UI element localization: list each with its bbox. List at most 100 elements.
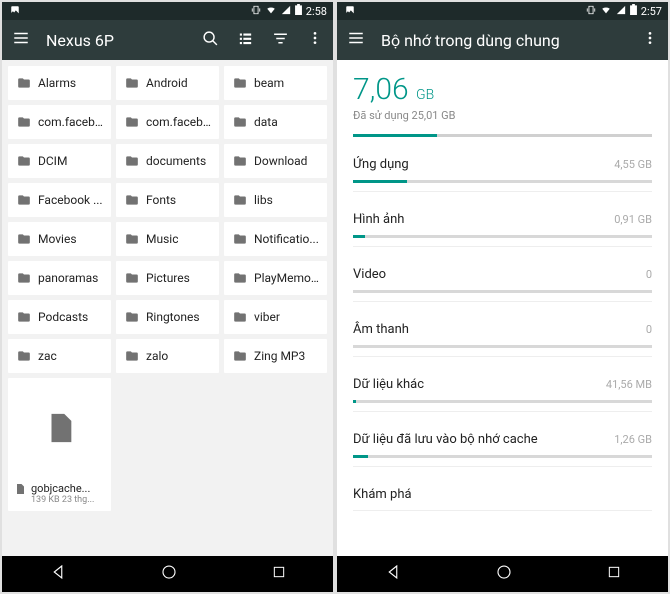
category-name: Video <box>353 267 386 282</box>
search-icon[interactable] <box>202 30 219 51</box>
storage-category[interactable]: Âm thanh0 <box>353 322 652 357</box>
image-icon <box>10 5 20 18</box>
page-title: Nexus 6P <box>46 31 186 50</box>
folder-label: zalo <box>146 349 168 363</box>
nav-back-icon[interactable] <box>49 563 67 585</box>
folder-label: Fonts <box>146 193 176 207</box>
statusbar: 2:58 <box>2 2 333 20</box>
storage-category[interactable]: Dữ liệu đã lưu vào bộ nhớ cache 1,26 GB <box>353 432 652 467</box>
nav-back-icon[interactable] <box>384 563 402 585</box>
storage-category[interactable]: Dữ liệu khác41,56 MB <box>353 377 652 412</box>
used-subtitle: Đã sử dụng 25,01 GB <box>353 109 652 122</box>
folder-item[interactable]: libs <box>224 183 327 217</box>
category-name: Dữ liệu khác <box>353 377 424 392</box>
folder-item[interactable]: Facebook ... <box>8 183 111 217</box>
folder-label: PlayMemo... <box>254 271 319 285</box>
folder-item[interactable]: beam <box>224 66 327 100</box>
file-name: gobjcache... <box>31 482 94 495</box>
category-name: Hình ảnh <box>353 212 404 227</box>
menu-icon[interactable] <box>12 29 30 51</box>
nav-home-icon[interactable] <box>160 563 178 585</box>
nav-recent-icon[interactable] <box>271 564 287 584</box>
folder-item[interactable]: viber <box>224 300 327 334</box>
folder-item[interactable]: DCIM <box>8 144 111 178</box>
category-bar <box>353 290 652 293</box>
overflow-icon[interactable] <box>307 30 323 50</box>
folder-label: com.faceb... <box>146 115 211 129</box>
used-amount: 7,06 GB <box>353 72 652 107</box>
folder-item[interactable]: Alarms <box>8 66 111 100</box>
folder-item[interactable]: Fonts <box>116 183 219 217</box>
folder-label: Podcasts <box>38 310 88 324</box>
folder-item[interactable]: com.faceb... <box>116 105 219 139</box>
folder-label: Download <box>254 154 307 168</box>
folder-item[interactable]: Pictures <box>116 261 219 295</box>
toolbar: Nexus 6P <box>2 20 333 60</box>
folder-label: Ringtones <box>146 310 200 324</box>
folder-label: beam <box>254 76 284 90</box>
folder-label: Zing MP3 <box>254 349 305 363</box>
folder-item[interactable]: panoramas <box>8 261 111 295</box>
category-name: Ứng dụng <box>353 157 409 172</box>
category-name: Dữ liệu đã lưu vào bộ nhớ cache <box>353 432 538 447</box>
navbar <box>2 556 333 592</box>
folder-item[interactable]: Ringtones <box>116 300 219 334</box>
signal-icon <box>281 5 291 18</box>
status-time: 2:57 <box>641 5 662 18</box>
folder-label: com.faceb... <box>38 115 103 129</box>
folder-item[interactable]: zalo <box>116 339 219 373</box>
folder-label: panoramas <box>38 271 98 285</box>
storage-category[interactable]: Video 0 <box>353 267 652 302</box>
menu-icon[interactable] <box>347 29 365 51</box>
signal-icon <box>616 5 626 18</box>
folder-label: documents <box>146 154 206 168</box>
category-bar <box>353 345 652 348</box>
wifi-icon <box>265 5 277 18</box>
folder-label: DCIM <box>38 154 67 168</box>
storage-category[interactable]: Khám phá <box>353 487 652 511</box>
folder-label: data <box>254 115 278 129</box>
folder-label: Alarms <box>38 76 76 90</box>
category-bar <box>353 455 652 458</box>
wifi-icon <box>600 5 612 18</box>
folder-item[interactable]: Download <box>224 144 327 178</box>
folder-item[interactable]: zac <box>8 339 111 373</box>
storage-content: 7,06 GB Đã sử dụng 25,01 GB Ứng dụng 4,55… <box>337 60 668 556</box>
folder-item[interactable]: Zing MP3 <box>224 339 327 373</box>
used-unit: GB <box>416 87 434 103</box>
folder-label: Pictures <box>146 271 190 285</box>
toolbar: Bộ nhớ trong dùng chung <box>337 20 668 60</box>
storage-category[interactable]: Ứng dụng 4,55 GB <box>353 157 652 192</box>
folder-item[interactable]: Podcasts <box>8 300 111 334</box>
category-value: 0 <box>646 323 652 336</box>
storage-category[interactable]: Hình ảnh0,91 GB <box>353 212 652 247</box>
folder-label: Music <box>146 232 178 246</box>
content: Alarms Android beam com.faceb... com.faceb..… <box>2 60 333 556</box>
file-meta: 139 KB 23 thg... <box>31 495 94 505</box>
folder-label: Android <box>146 76 188 90</box>
folder-label: Movies <box>38 232 77 246</box>
file-card[interactable]: gobjcache...139 KB 23 thg... <box>8 378 111 511</box>
folder-label: libs <box>254 193 273 207</box>
folder-item[interactable]: Movies <box>8 222 111 256</box>
category-value: 0 <box>646 268 652 281</box>
vibrate-icon <box>251 5 261 18</box>
folder-item[interactable]: Android <box>116 66 219 100</box>
folder-item[interactable]: com.faceb... <box>8 105 111 139</box>
folder-item[interactable]: documents <box>116 144 219 178</box>
navbar <box>337 556 668 592</box>
used-value: 7,06 <box>353 72 409 107</box>
folder-item[interactable]: Music <box>116 222 219 256</box>
folder-label: Notificatio... <box>254 232 319 246</box>
sort-icon[interactable] <box>272 30 289 51</box>
nav-home-icon[interactable] <box>495 563 513 585</box>
folder-item[interactable]: Notificatio... <box>224 222 327 256</box>
category-value: 4,55 GB <box>614 158 652 171</box>
folder-item[interactable]: PlayMemo... <box>224 261 327 295</box>
overall-progress <box>353 134 652 137</box>
overflow-icon[interactable] <box>642 30 658 50</box>
nav-recent-icon[interactable] <box>606 564 622 584</box>
view-list-icon[interactable] <box>237 30 254 51</box>
category-value: 1,26 GB <box>614 433 652 446</box>
folder-item[interactable]: data <box>224 105 327 139</box>
